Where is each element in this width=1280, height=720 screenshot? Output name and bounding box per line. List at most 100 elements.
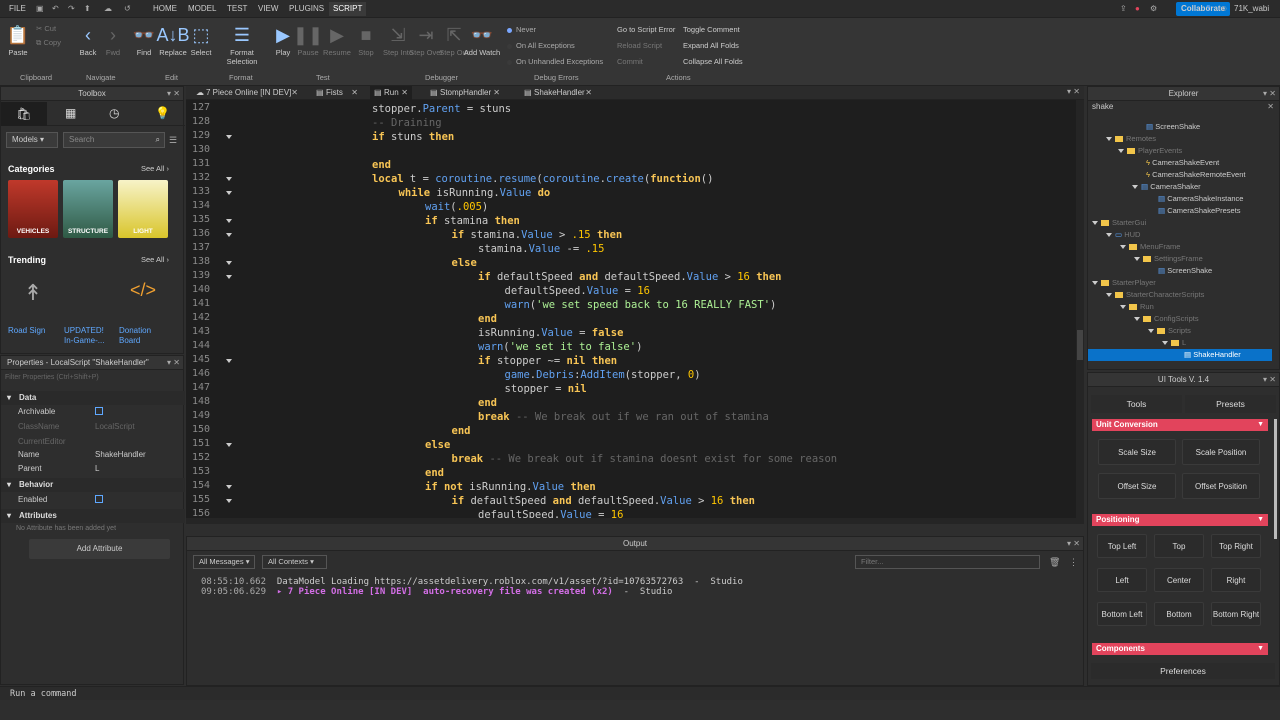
code-line[interactable]: if stuns then [372, 130, 454, 144]
pos-left-button[interactable]: Left [1097, 568, 1147, 592]
pos-top-button[interactable]: Top [1154, 534, 1204, 558]
toolbox-search-input[interactable]: Search ⌕ [63, 132, 165, 148]
categories-see-all[interactable]: See All › [141, 164, 169, 173]
tab-run[interactable]: ▤ Run ✕ [370, 86, 412, 100]
fold-toggle-icon[interactable] [226, 499, 232, 503]
category-light[interactable]: LIGHT [118, 180, 168, 238]
message-filter-dropdown[interactable]: All Messages ▾ [193, 555, 255, 569]
goto-error-button[interactable]: Go to Script Error [617, 25, 675, 34]
pos-bottom-button[interactable]: Bottom [1154, 602, 1204, 626]
tab-fists[interactable]: ▤ Fists ✕ [312, 86, 362, 100]
category-vehicles[interactable]: VEHICLES [8, 180, 58, 238]
code-line[interactable]: break -- We break out if we ran out of s… [478, 410, 769, 424]
panel-controls-icon[interactable]: ▾ ✕ [1067, 537, 1080, 551]
explorer-item[interactable]: ϟ CameraShakeRemoteEvent [1146, 169, 1245, 181]
cloud-icon[interactable]: ☁ [104, 4, 112, 13]
section-attributes[interactable]: ▾ Attributes [1, 509, 185, 523]
fold-toggle-icon[interactable] [226, 177, 232, 181]
code-line[interactable]: local t = coroutine.resume(coroutine.cre… [372, 172, 713, 186]
road-sign-thumbnail[interactable]: ↟ [8, 280, 58, 312]
unit-conversion-section[interactable]: Unit Conversion ▼ [1092, 419, 1268, 431]
code-line[interactable]: end [425, 466, 444, 480]
explorer-item[interactable]: Run [1120, 301, 1154, 313]
enabled-checkbox[interactable] [95, 493, 103, 507]
clock-icon[interactable]: ◷ [109, 106, 119, 120]
code-line[interactable]: if defaultSpeed and defaultSpeed.Value >… [452, 494, 756, 508]
components-section[interactable]: Components ▼ [1092, 643, 1268, 655]
close-icon[interactable]: ✕ [493, 86, 500, 100]
pos-right-button[interactable]: Right [1211, 568, 1261, 592]
explorer-item[interactable]: StarterPlayer [1092, 277, 1156, 289]
menu-model[interactable]: MODEL [188, 4, 216, 13]
explorer-item[interactable]: ▤ CameraShaker [1132, 181, 1201, 193]
trending-item-updated[interactable]: UPDATED! In-Game-... [64, 326, 114, 346]
updated-thumbnail[interactable] [63, 280, 113, 312]
ui-tools-scrollbar[interactable] [1274, 419, 1277, 539]
menu-file[interactable]: FILE [9, 4, 26, 13]
code-line[interactable]: if defaultSpeed and defaultSpeed.Value >… [478, 270, 782, 284]
close-icon[interactable]: ✕ [1267, 102, 1274, 111]
offset-size-button[interactable]: Offset Size [1098, 473, 1176, 499]
section-data[interactable]: ▾ Data [1, 391, 185, 405]
paste-button[interactable]: 📋 Paste [0, 24, 38, 57]
code-line[interactable]: while isRunning.Value do [399, 186, 551, 200]
explorer-item[interactable]: ▭ HUD [1106, 229, 1140, 241]
code-line[interactable]: warn('we set it to false') [478, 340, 642, 354]
fold-toggle-icon[interactable] [226, 443, 232, 447]
collapse-folds-button[interactable]: Collapse All Folds [683, 57, 743, 66]
command-bar[interactable]: Run a command [0, 686, 1280, 700]
pos-bottom-left-button[interactable]: Bottom Left [1097, 602, 1147, 626]
code-line[interactable]: stopper = nil [505, 382, 587, 396]
undo-icon[interactable]: ↶ [52, 4, 59, 13]
explorer-item[interactable]: ▤ ScreenShake [1146, 121, 1200, 133]
tab-7-piece-online[interactable]: ☁ 7 Piece Online [IN DEV] ✕ [192, 86, 302, 100]
section-behavior[interactable]: ▾ Behavior [1, 478, 185, 492]
redo-icon[interactable]: ↷ [68, 4, 75, 13]
menu-script[interactable]: SCRIPT [329, 2, 367, 16]
expand-folds-button[interactable]: Expand All Folds [683, 41, 739, 50]
code-line[interactable]: stopper.Parent = stuns [372, 102, 511, 116]
code-line[interactable]: end [478, 312, 497, 326]
fold-toggle-icon[interactable] [226, 135, 232, 139]
code-line[interactable]: if stamina.Value > .15 then [452, 228, 623, 242]
offset-position-button[interactable]: Offset Position [1182, 473, 1260, 499]
reload-script-button[interactable]: Reload Script [617, 41, 662, 50]
explorer-item[interactable]: L [1162, 337, 1186, 349]
trending-item-donation[interactable]: Donation Board [119, 326, 169, 346]
trending-item-road-sign[interactable]: Road Sign [8, 326, 60, 336]
explorer-item[interactable]: SettingsFrame [1134, 253, 1203, 265]
explorer-item[interactable]: PlayerEvents [1118, 145, 1182, 157]
history-icon[interactable]: ↺ [124, 4, 131, 13]
grid-icon[interactable]: ▦ [65, 106, 76, 120]
code-line[interactable]: game.Debris:AddItem(stopper, 0) [505, 368, 701, 382]
prop-value[interactable]: ShakeHandler [95, 448, 146, 462]
explorer-item[interactable]: Scripts [1148, 325, 1191, 337]
code-line[interactable]: end [452, 424, 471, 438]
explorer-item[interactable]: ▤ CameraShakePresets [1158, 205, 1241, 217]
prop-value[interactable]: L [95, 462, 99, 476]
code-line[interactable]: wait(.005) [425, 200, 488, 214]
explorer-item[interactable]: StarterCharacterScripts [1106, 289, 1204, 301]
code-line[interactable]: stamina.Value -= .15 [478, 242, 604, 256]
commit-button[interactable]: Commit [617, 57, 643, 66]
asset-type-dropdown[interactable]: Models ▾ [6, 132, 58, 148]
context-filter-dropdown[interactable]: All Contexts ▾ [262, 555, 327, 569]
panel-controls-icon[interactable]: ▾ ✕ [1067, 87, 1080, 96]
code-line[interactable]: if stamina then [425, 214, 520, 228]
close-icon[interactable]: ✕ [585, 86, 592, 100]
fold-toggle-icon[interactable] [226, 233, 232, 237]
add-attribute-button[interactable]: Add Attribute [29, 539, 170, 559]
output-filter-input[interactable]: Filter... [855, 555, 1040, 569]
panel-controls-icon[interactable]: ▾ ✕ [1263, 87, 1276, 101]
explorer-item[interactable]: MenuFrame [1120, 241, 1180, 253]
close-icon[interactable]: ✕ [401, 86, 408, 100]
search-icon[interactable]: ⌕ [156, 133, 160, 147]
debug-unhandled-option[interactable]: On Unhandled Exceptions [507, 57, 603, 66]
code-line[interactable]: else [425, 438, 450, 452]
explorer-item[interactable]: Remotes [1106, 133, 1156, 145]
tab-tools[interactable]: Tools [1091, 395, 1182, 413]
menu-view[interactable]: VIEW [258, 4, 278, 13]
tab-presets[interactable]: Presets [1185, 395, 1276, 413]
fold-toggle-icon[interactable] [226, 275, 232, 279]
code-line[interactable]: else [452, 256, 477, 270]
